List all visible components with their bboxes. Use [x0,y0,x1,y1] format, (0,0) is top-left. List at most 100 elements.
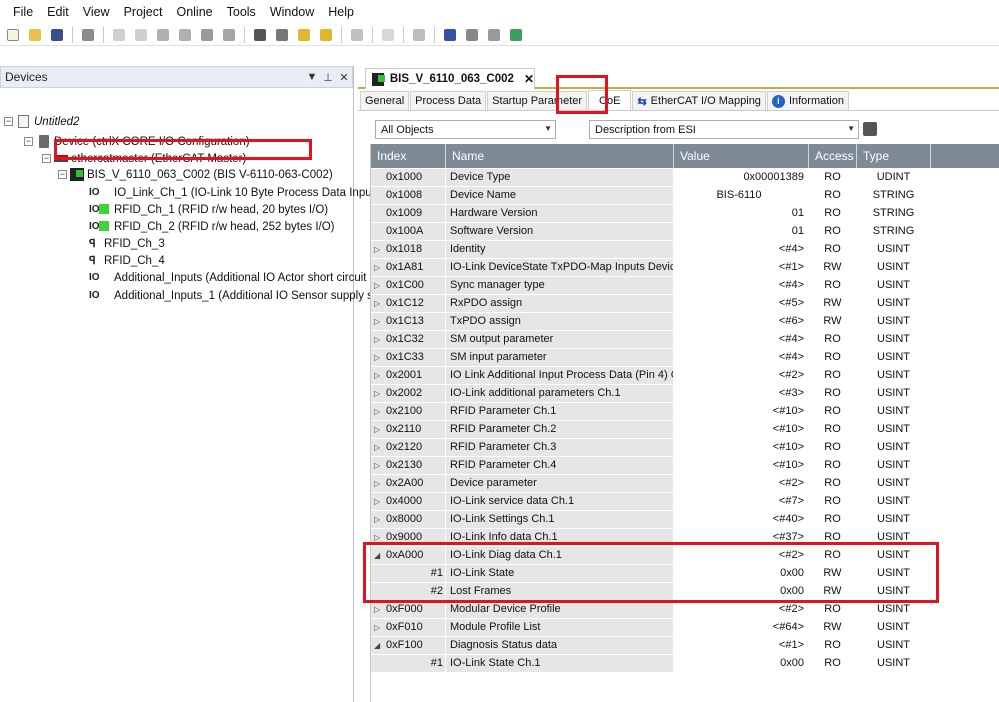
menu-item-project[interactable]: Project [124,5,163,19]
cell-value[interactable]: <#2> [674,600,809,619]
table-row[interactable]: ▷ 0x1C32 SM output parameter <#4> RO USINT [371,330,931,349]
delete-icon[interactable] [220,26,238,44]
collapse-icon[interactable]: − [4,117,13,126]
cell-value[interactable]: <#10> [674,402,809,421]
tree-node[interactable]: IO RFID_Ch_2 (RFID r/w head, 252 bytes I/… [89,218,335,235]
table-row[interactable]: ▷ 0xF000 Modular Device Profile <#2> RO USINT [371,600,931,619]
cell-value[interactable]: <#3> [674,384,809,403]
expand-icon[interactable]: ▷ [374,407,386,416]
tree-node[interactable]: − BIS_V_6110_063_C002 (BIS V-6110-063-C00… [58,166,333,183]
tab-ethercat-i-o-mapping[interactable]: ⇆ EtherCAT I/O Mapping [632,91,766,110]
print-icon[interactable] [79,26,97,44]
expand-icon[interactable]: ▷ [374,281,386,290]
expand-icon[interactable]: ▷ [374,353,386,362]
cut-icon[interactable] [154,26,172,44]
cell-value[interactable]: <#4> [674,348,809,367]
collapse-icon[interactable]: − [24,137,33,146]
tree-node[interactable]: IO Additional_Inputs (Additional IO Actor… [89,269,386,286]
pin-icon[interactable]: ⊥ [320,71,336,84]
cell-value[interactable]: <#4> [674,276,809,295]
download-icon[interactable] [463,26,481,44]
menu-item-view[interactable]: View [83,5,110,19]
menu-item-edit[interactable]: Edit [47,5,69,19]
table-row[interactable]: ▷ 0x1018 Identity <#4> RO USINT [371,240,931,259]
table-row[interactable]: ▷ 0x2002 IO-Link additional parameters Ch.… [371,384,931,403]
menu-item-file[interactable]: File [13,5,33,19]
document-tab[interactable]: BIS_V_6110_063_C002 ✕ [365,68,535,89]
table-row[interactable]: #1 IO-Link State Ch.1 0x00 RO USINT [371,654,931,673]
close-tab-icon[interactable]: ✕ [524,72,534,86]
cell-value[interactable]: 0x00001389 [674,168,809,187]
build-icon[interactable] [441,26,459,44]
cell-value[interactable]: BIS-6110 [674,186,809,205]
redo-icon[interactable] [132,26,150,44]
column-header-access[interactable]: Access [809,144,857,168]
menu-item-help[interactable]: Help [328,5,354,19]
tree-node[interactable]: IO IO_Link_Ch_1 (IO-Link 10 Byte Process … [89,184,379,201]
cell-value[interactable]: <#2> [674,366,809,385]
open-folder-icon[interactable] [26,26,44,44]
menu-item-tools[interactable]: Tools [227,5,256,19]
cell-value[interactable]: <#4> [674,330,809,349]
expand-icon[interactable]: ▷ [374,245,386,254]
expand-icon[interactable]: ▷ [374,335,386,344]
copy-icon[interactable] [176,26,194,44]
table-row[interactable]: ▷ 0x2001 IO Link Additional Input Process … [371,366,931,385]
expand-icon[interactable]: ▷ [374,389,386,398]
expand-icon[interactable]: ▷ [374,461,386,470]
close-icon[interactable]: ✕ [336,71,352,84]
table-row[interactable]: ▷ 0x1C12 RxPDO assign <#5> RW USINT [371,294,931,313]
bookmark-next-icon[interactable] [317,26,335,44]
cell-value[interactable]: 01 [674,222,809,241]
tab-process-data[interactable]: Process Data [410,91,487,110]
table-row[interactable]: ▷ 0x2A00 Device parameter <#2> RO USINT [371,474,931,493]
table-row[interactable]: ▷ 0x2120 RFID Parameter Ch.3 <#10> RO USINT [371,438,931,457]
collapse-icon[interactable]: ◢ [374,641,386,650]
collapse-icon[interactable]: − [58,170,67,179]
table-row[interactable]: ▷ 0x1C13 TxPDO assign <#6> RW USINT [371,312,931,331]
save-icon[interactable] [48,26,66,44]
expand-icon[interactable]: ▷ [374,317,386,326]
table-row[interactable]: ▷ 0x2100 RFID Parameter Ch.1 <#10> RO USINT [371,402,931,421]
column-header-name[interactable]: Name [446,144,674,168]
table-row[interactable]: 0x1009 Hardware Version 01 RO STRING [371,204,931,223]
table-row[interactable]: ▷ 0x1A81 IO-Link DeviceState TxPDO-Map Inp… [371,258,931,277]
cell-value[interactable]: <#2> [674,474,809,493]
export-icon[interactable] [863,122,877,136]
cell-value[interactable]: <#1> [674,636,809,655]
expand-icon[interactable]: ▷ [374,515,386,524]
panel-dropdown-icon[interactable]: ▼ [304,71,320,83]
cell-value[interactable]: <#5> [674,294,809,313]
table-row[interactable]: ▷ 0x4000 IO-Link service data Ch.1 <#7> RO US… [371,492,931,511]
column-header-index[interactable]: Index [371,144,446,168]
tree-node[interactable]: − Untitled2 [4,113,79,130]
description-filter-select[interactable]: Description from ESI ▼ [589,120,859,139]
bookmark-icon[interactable] [295,26,313,44]
cell-value[interactable]: 0x00 [674,654,809,673]
new-file-icon[interactable] [4,26,22,44]
copy-window-icon[interactable] [485,26,503,44]
page-icon[interactable] [379,26,397,44]
cell-value[interactable]: <#10> [674,420,809,439]
expand-icon[interactable]: ▷ [374,479,386,488]
undo-icon[interactable] [110,26,128,44]
tree-node[interactable]: IO RFID_Ch_1 (RFID r/w head, 20 bytes I/O… [89,201,328,218]
cell-value[interactable]: <#1> [674,258,809,277]
expand-icon[interactable]: ▷ [374,263,386,272]
tree-node[interactable]: ꟼ RFID_Ch_3 [89,235,165,252]
check-icon[interactable] [410,26,428,44]
expand-icon[interactable]: ▷ [374,497,386,506]
replace-icon[interactable] [273,26,291,44]
cell-value[interactable]: <#10> [674,456,809,475]
column-header-type[interactable]: Type [857,144,931,168]
tree-node[interactable]: IO Additional_Inputs_1 (Additional IO Sen… [89,287,393,304]
table-row[interactable]: ▷ 0x1C00 Sync manager type <#4> RO USINT [371,276,931,295]
collapse-icon[interactable]: − [42,154,51,163]
cell-value[interactable]: <#7> [674,492,809,511]
window-icon[interactable] [348,26,366,44]
cell-value[interactable]: 01 [674,204,809,223]
table-row[interactable]: ◢ 0xF100 Diagnosis Status data <#1> RO USINT [371,636,931,655]
expand-icon[interactable]: ▷ [374,299,386,308]
table-row[interactable]: ▷ 0x8000 IO-Link Settings Ch.1 <#40> RO USINT [371,510,931,529]
tab-general[interactable]: General [360,91,410,110]
